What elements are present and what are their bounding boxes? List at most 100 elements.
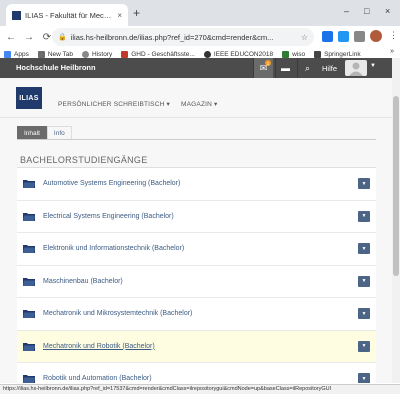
browser-menu-icon[interactable]: ⋮ bbox=[389, 30, 398, 41]
bookmark-apps[interactable]: Apps bbox=[4, 51, 29, 58]
springer-logo-icon bbox=[314, 51, 322, 58]
bookmark-label: Apps bbox=[14, 51, 29, 58]
close-tab-icon[interactable]: × bbox=[117, 11, 122, 20]
category-list: Automotive Systems Engineering (Bachelor… bbox=[17, 168, 376, 383]
main-content: Inhalt Info BACHELORSTUDIENGÄNGE Automot… bbox=[0, 118, 392, 383]
bookmark-label: SpringerLink bbox=[324, 51, 361, 58]
user-menu-caret-icon[interactable]: ▼ bbox=[370, 63, 376, 69]
menu-personal-desktop[interactable]: PERSÖNLICHER SCHREIBTISCH ▾ bbox=[58, 100, 170, 108]
ilias-header: ILIAS PERSÖNLICHER SCHREIBTISCH ▾ MAGAZI… bbox=[0, 78, 392, 118]
extension-icon[interactable] bbox=[338, 31, 349, 42]
browser-tab-title: ILIAS - Fakultät für Mechanik und bbox=[25, 10, 113, 20]
folder-icon bbox=[23, 342, 35, 351]
bookmark-label: History bbox=[92, 51, 113, 58]
actions-dropdown-button[interactable]: ▼ bbox=[358, 308, 370, 319]
bookmark-label: wiso bbox=[292, 51, 306, 58]
list-item-link[interactable]: Robotik und Automation (Bachelor) bbox=[43, 375, 152, 382]
scrollbar-thumb[interactable] bbox=[393, 96, 399, 276]
new-tab-icon[interactable]: + bbox=[133, 6, 140, 20]
back-icon[interactable]: ← bbox=[2, 32, 20, 43]
help-link[interactable]: Hilfe bbox=[318, 58, 341, 78]
extension-icon[interactable] bbox=[354, 31, 365, 42]
globe-icon bbox=[203, 51, 211, 58]
ghd-logo-icon bbox=[121, 51, 129, 58]
section-title: BACHELORSTUDIENGÄNGE bbox=[20, 155, 148, 165]
folder-icon bbox=[23, 180, 35, 188]
apps-grid-icon bbox=[4, 51, 11, 58]
notification-badge: 1 bbox=[265, 60, 271, 66]
bookmark-wiso[interactable]: wiso bbox=[282, 51, 305, 58]
ilias-logo[interactable]: ILIAS bbox=[16, 87, 42, 109]
list-item[interactable]: Robotik und Automation (Bachelor) ▼ bbox=[17, 363, 376, 383]
list-item[interactable]: Maschinenbau (Bachelor) ▼ bbox=[17, 265, 376, 298]
bookmark-history[interactable]: History bbox=[82, 51, 112, 58]
folder-icon bbox=[23, 245, 35, 253]
browser-toolbar: ← → ⟳ 🔒 ilias.hs-heilbronn.de/ilias.php?… bbox=[0, 26, 400, 48]
tab-info[interactable]: Info bbox=[46, 126, 72, 139]
maximize-icon[interactable]: □ bbox=[364, 6, 369, 16]
bookmark-star-icon[interactable]: ☆ bbox=[301, 33, 308, 42]
page-scrollbar[interactable] bbox=[392, 58, 400, 383]
tab-divider bbox=[17, 139, 376, 140]
institution-name[interactable]: Hochschule Heilbronn bbox=[16, 63, 96, 72]
list-item-link[interactable]: Electrical Systems Engineering (Bachelor… bbox=[43, 213, 174, 220]
bookmark-label: GHD - Geschäftsste... bbox=[131, 51, 195, 58]
caret-down-icon: ▾ bbox=[214, 101, 218, 108]
content-tabs: Inhalt Info bbox=[17, 126, 72, 139]
tab-inhalt[interactable]: Inhalt bbox=[17, 126, 47, 139]
list-item-link[interactable]: Automotive Systems Engineering (Bachelor… bbox=[43, 180, 180, 187]
user-silhouette-icon bbox=[349, 62, 363, 76]
search-button[interactable]: ⌕ bbox=[297, 58, 317, 78]
bookmark-new-tab[interactable]: New Tab bbox=[37, 51, 73, 58]
list-item[interactable]: Electrical Systems Engineering (Bachelor… bbox=[17, 200, 376, 233]
browser-tab[interactable]: ILIAS - Fakultät für Mechanik und × bbox=[6, 4, 128, 26]
extension-icon[interactable] bbox=[322, 31, 333, 42]
lock-icon: 🔒 bbox=[58, 34, 67, 41]
caret-down-icon: ▾ bbox=[166, 101, 170, 108]
list-item-link[interactable]: Mechatronik und Robotik (Bachelor) bbox=[43, 343, 155, 350]
ilias-favicon-icon bbox=[12, 10, 21, 20]
notifications-button[interactable]: ✉ 1 bbox=[253, 58, 273, 78]
actions-dropdown-button[interactable]: ▼ bbox=[358, 340, 370, 352]
list-item[interactable]: Mechatronik und Mikrosystemtechnik (Bach… bbox=[17, 298, 376, 331]
close-window-icon[interactable]: × bbox=[385, 6, 390, 16]
folder-icon bbox=[23, 277, 35, 286]
chat-bubble-icon: ▬ bbox=[281, 63, 290, 73]
folder-icon bbox=[23, 212, 35, 221]
address-url[interactable]: ilias.hs-heilbronn.de/ilias.php?ref_id=2… bbox=[71, 33, 301, 42]
bookmark-ieee[interactable]: IEEE EDUCON2018 bbox=[203, 51, 274, 58]
list-item[interactable]: Mechatronik und Robotik (Bachelor) ▼ bbox=[17, 330, 376, 363]
chat-button[interactable]: ▬ bbox=[275, 58, 295, 78]
folder-icon bbox=[23, 375, 35, 383]
menu-magazin[interactable]: MAGAZIN ▾ bbox=[181, 100, 218, 108]
address-bar[interactable]: 🔒 ilias.hs-heilbronn.de/ilias.php?ref_id… bbox=[52, 28, 314, 46]
minimize-icon[interactable]: – bbox=[344, 6, 349, 16]
folder-icon bbox=[23, 310, 35, 318]
search-icon: ⌕ bbox=[304, 62, 311, 73]
list-item[interactable]: Automotive Systems Engineering (Bachelor… bbox=[17, 168, 376, 201]
actions-dropdown-button[interactable]: ▼ bbox=[358, 275, 370, 287]
bookmark-ghd[interactable]: GHD - Geschäftsste... bbox=[121, 51, 195, 58]
bookmark-springerlink[interactable]: SpringerLink bbox=[314, 51, 361, 58]
menu-label: MAGAZIN bbox=[181, 101, 213, 108]
actions-dropdown-button[interactable]: ▼ bbox=[358, 243, 370, 254]
profile-avatar[interactable] bbox=[370, 30, 382, 42]
actions-dropdown-button[interactable]: ▼ bbox=[358, 210, 370, 222]
list-item[interactable]: Elektronik und Informationstechnik (Bach… bbox=[17, 233, 376, 266]
page-icon bbox=[37, 51, 45, 58]
bookmark-label: IEEE EDUCON2018 bbox=[213, 51, 274, 58]
forward-icon[interactable]: → bbox=[20, 32, 38, 43]
history-icon bbox=[82, 51, 89, 58]
actions-dropdown-button[interactable]: ▼ bbox=[358, 373, 370, 383]
actions-dropdown-button[interactable]: ▼ bbox=[358, 178, 370, 189]
menu-label: PERSÖNLICHER SCHREIBTISCH bbox=[58, 101, 165, 108]
ilias-top-bar: Hochschule Heilbronn ✉ 1 ▬ ⌕ Hilfe ▼ bbox=[0, 58, 392, 78]
status-bar: https://ilias.hs-heilbronn.de/ilias.php?… bbox=[0, 384, 400, 394]
browser-tab-strip: ILIAS - Fakultät für Mechanik und × + – … bbox=[0, 0, 400, 26]
list-item-link[interactable]: Elektronik und Informationstechnik (Bach… bbox=[43, 245, 184, 252]
list-item-link[interactable]: Mechatronik und Mikrosystemtechnik (Bach… bbox=[43, 310, 192, 317]
wiso-logo-icon bbox=[282, 51, 290, 58]
bookmarks-overflow-icon[interactable]: » bbox=[390, 48, 394, 55]
user-avatar[interactable] bbox=[345, 60, 367, 76]
list-item-link[interactable]: Maschinenbau (Bachelor) bbox=[43, 278, 123, 285]
